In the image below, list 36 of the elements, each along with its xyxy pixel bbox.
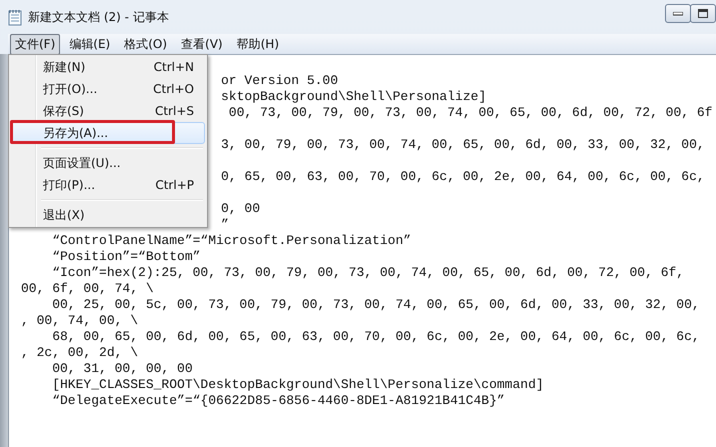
minimize-button[interactable]: [665, 4, 691, 23]
text-line: 68, 00, 65, 00, 6d, 00, 65, 00, 63, 00, 70, 00, 6c, 00, 2e, 00, 64, 00, 6c, 00, 6c,: [51, 329, 700, 344]
menu-option[interactable]: 打印(P)... Ctrl+P: [11, 174, 205, 196]
menu-item[interactable]: 编辑(E): [64, 34, 116, 54]
menu-item[interactable]: 帮助(H): [232, 34, 284, 54]
menu-option[interactable]: 打开(O)... Ctrl+O: [11, 78, 205, 100]
text-line: , 2c, 00, 2d, \: [21, 345, 138, 360]
text-line: ”: [221, 217, 229, 232]
menu-item[interactable]: 格式(O): [119, 34, 172, 54]
text-line: sktopBackground\Shell\Personalize]: [221, 89, 486, 104]
maximize-button[interactable]: [690, 4, 716, 23]
menu-option[interactable]: 新建(N) Ctrl+N: [11, 56, 205, 78]
text-line: or Version 5.00: [221, 73, 338, 88]
text-line: 00, 6f, 00, 74, \: [21, 281, 154, 296]
maximize-icon: [698, 9, 708, 18]
text-line: 00, 25, 00, 5c, 00, 73, 00, 79, 00, 73, 00, 74, 00, 65, 00, 6d, 00, 33, 00, 32, 00,: [51, 297, 700, 312]
window-title: 新建文本文档 (2) - 记事本: [28, 8, 169, 26]
text-line: “DelegateExecute”=“{06622D85-6856-4460-8DE1-A81921B41C4B}”: [51, 393, 505, 408]
text-line: 0, 65, 00, 63, 00, 70, 00, 6c, 00, 2e, 00, 64, 00, 6c, 00, 6c,: [221, 169, 705, 184]
text-line: , 00, 74, 00, \: [21, 313, 138, 328]
text-line: [HKEY_CLASSES_ROOT\DesktopBackground\Shell\Personalize\command]: [51, 377, 544, 392]
text-line: 00, 73, 00, 79, 00, 73, 00, 74, 00, 65, 00, 6d, 00, 72, 00, 6f: [228, 105, 712, 120]
minimize-icon: [673, 12, 683, 16]
text-line: 00, 31, 00, 00, 00: [51, 361, 193, 376]
menu-option[interactable]: 退出(X): [11, 204, 205, 226]
menu-item[interactable]: 查看(V): [176, 34, 228, 54]
menu-item[interactable]: 文件(F): [10, 34, 60, 54]
text-line: “ControlPanelName”=“Microsoft.Personalization”: [51, 233, 412, 248]
menu-option[interactable]: 另存为(A)...: [11, 122, 205, 144]
text-line: 0, 00: [221, 201, 260, 216]
text-line: 3, 00, 79, 00, 73, 00, 74, 00, 65, 00, 6d, 00, 33, 00, 32, 00,: [221, 137, 705, 152]
notepad-icon: [8, 8, 22, 26]
text-line: “Icon”=hex(2):25, 00, 73, 00, 79, 00, 73, 00, 74, 00, 65, 00, 6d, 00, 72, 00, 6f,: [51, 265, 684, 280]
menu-option[interactable]: 页面设置(U)...: [11, 152, 205, 174]
menu-option[interactable]: 保存(S) Ctrl+S: [11, 100, 205, 122]
text-line: “Position”=“Bottom”: [51, 249, 200, 264]
